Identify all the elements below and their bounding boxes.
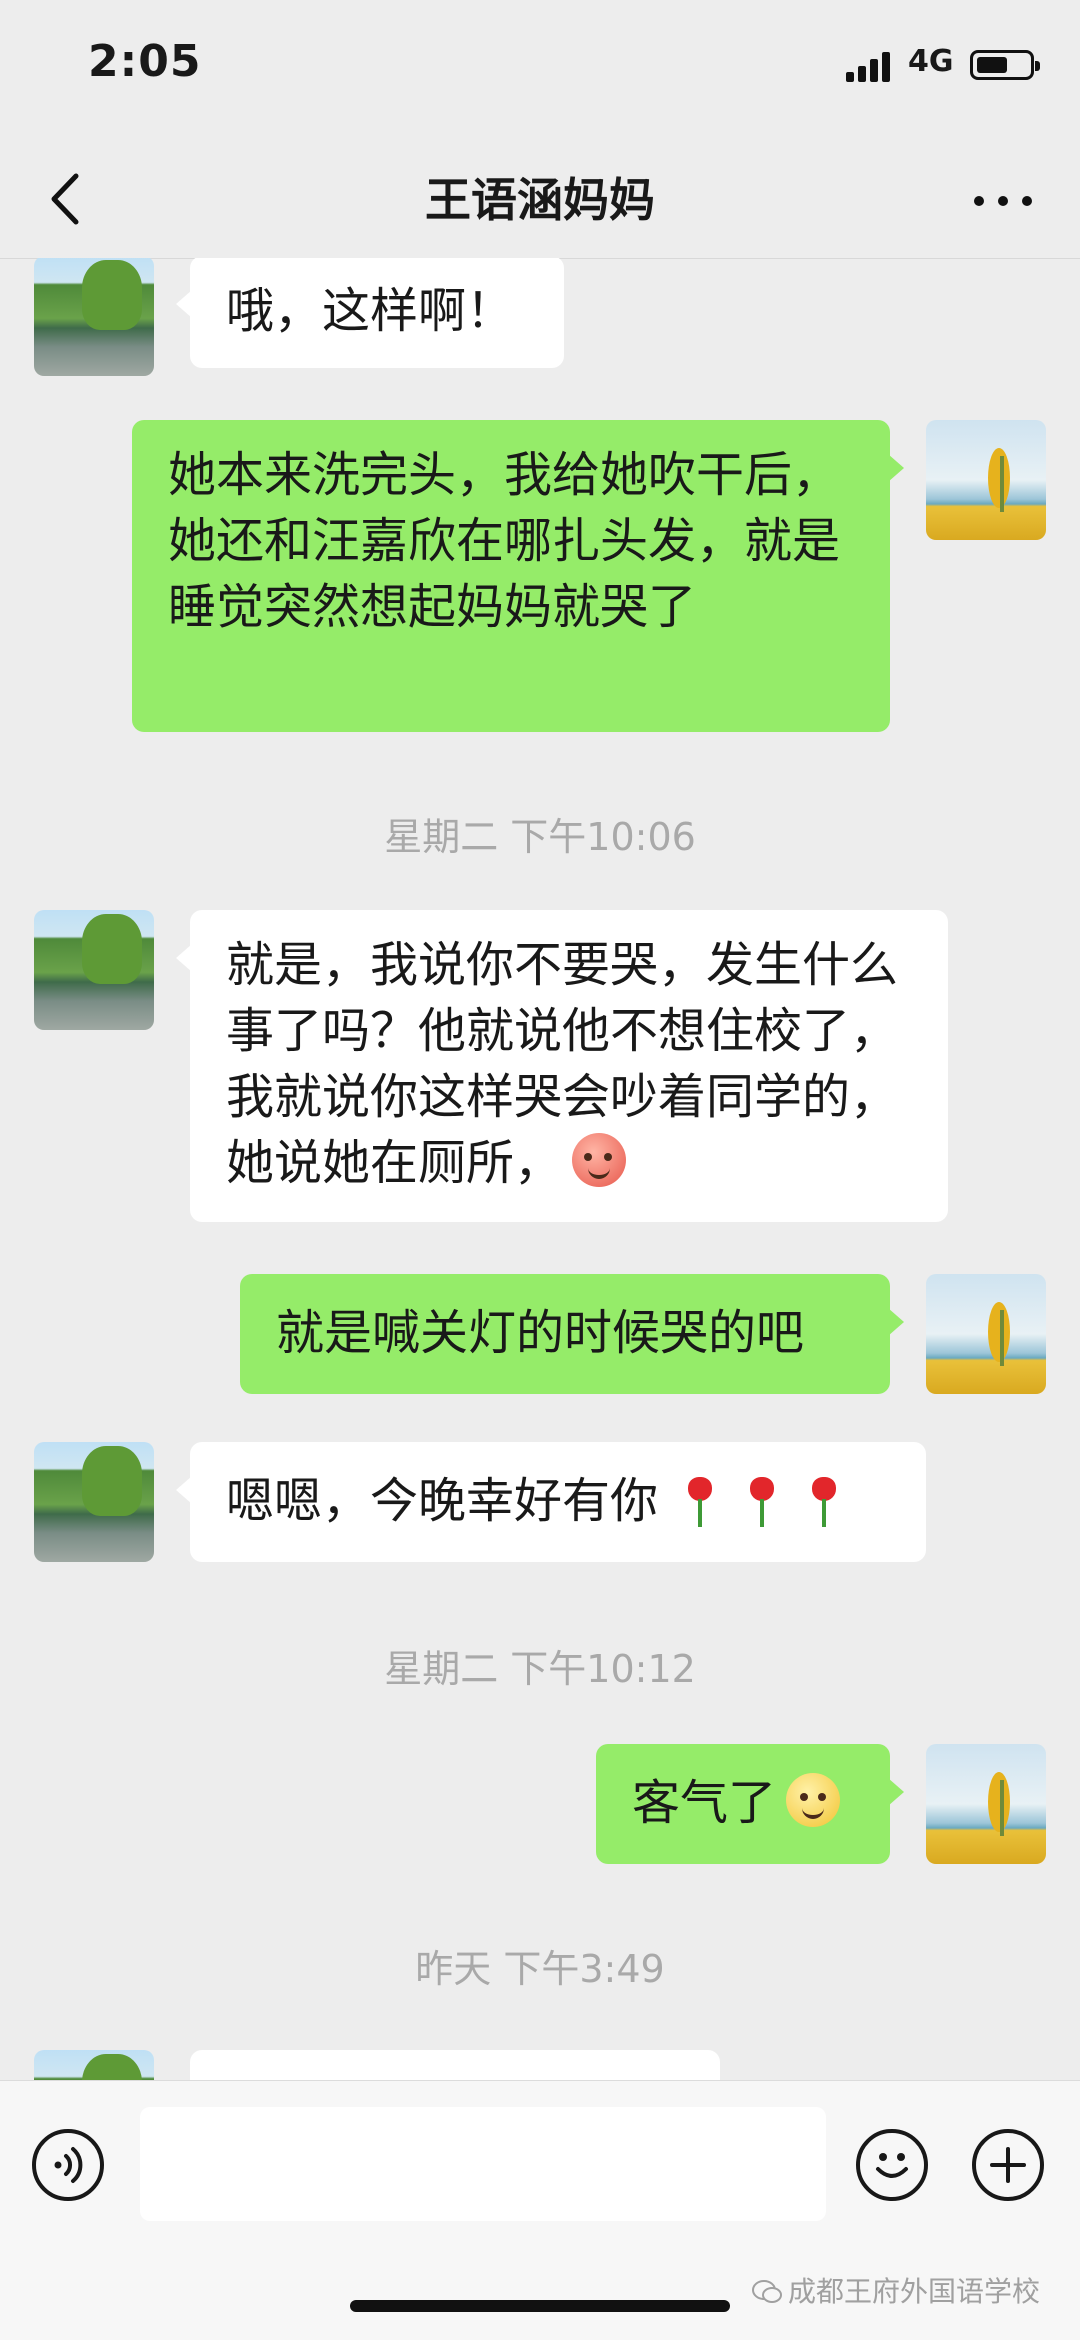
emoji-button[interactable]: [856, 2129, 928, 2201]
message-bubble-incoming[interactable]: 哦，这样啊！: [176, 258, 564, 368]
plus-icon: [990, 2147, 1026, 2183]
rose-emoji: [742, 1473, 782, 1527]
rose-emoji: [680, 1473, 720, 1527]
chat-header: 王语涵妈妈: [0, 140, 1080, 259]
message-bubble-outgoing[interactable]: 她本来洗完头，我给她吹干后，她还和汪嘉欣在哪扎头发，就是睡觉突然想起妈妈就哭了: [132, 420, 904, 732]
watermark-text: 成都王府外国语学校: [788, 2275, 1041, 2308]
contact-avatar[interactable]: [34, 910, 154, 1030]
blush-emoji: [572, 1133, 627, 1187]
watermark: 成都王府外国语学校: [752, 2270, 1040, 2310]
contact-avatar[interactable]: [34, 1442, 154, 1562]
my-avatar[interactable]: [926, 1274, 1046, 1394]
message-bubble-outgoing[interactable]: 客气了: [596, 1744, 904, 1864]
more-actions-button[interactable]: [972, 2129, 1044, 2201]
ellipsis-icon: [974, 196, 984, 206]
signal-icon: [846, 50, 896, 82]
home-indicator[interactable]: [350, 2300, 730, 2312]
clock: 2:05: [88, 36, 202, 87]
network-type: 4G: [908, 44, 954, 79]
contact-avatar[interactable]: [34, 258, 154, 376]
message-input[interactable]: [140, 2107, 826, 2221]
message-bubble-outgoing[interactable]: 就是喊关灯的时候哭的吧: [240, 1274, 904, 1394]
message-text: 就是喊关灯的时候哭的吧: [276, 1305, 805, 1361]
message-bubble-incoming[interactable]: 嗯嗯，今晚幸好有你: [176, 1442, 926, 1562]
message-text: 就是，我说你不要哭，发生什么事了吗？他就说他不想住校了，我就说你这样哭会吵着同学…: [226, 937, 899, 1191]
status-bar: 2:05 4G: [0, 0, 1080, 140]
timestamp: 昨天 下午3:49: [415, 1947, 665, 1991]
message-text: 嗯嗯，今晚幸好有你: [226, 1473, 659, 1529]
message-text: 哦，这样啊！: [226, 283, 515, 339]
message-bubble-incoming[interactable]: [190, 2050, 720, 2080]
more-button[interactable]: [968, 166, 1038, 232]
wechat-logo-icon: [752, 2280, 782, 2303]
smile-emoji: [786, 1773, 841, 1827]
my-avatar[interactable]: [926, 1744, 1046, 1864]
timestamp: 星期二 下午10:12: [384, 1647, 696, 1691]
smiley-icon: [876, 2153, 908, 2178]
rose-emoji: [804, 1473, 844, 1527]
timestamp: 星期二 下午10:06: [384, 815, 696, 859]
battery-icon: [970, 50, 1040, 80]
message-text: 她本来洗完头，我给她吹干后，她还和汪嘉欣在哪扎头发，就是睡觉突然想起妈妈就哭了: [168, 447, 841, 635]
message-list[interactable]: 哦，这样啊！ 她本来洗完头，我给她吹干后，她还和汪嘉欣在哪扎头发，就是睡觉突然想…: [0, 258, 1080, 2080]
message-bubble-incoming[interactable]: 就是，我说你不要哭，发生什么事了吗？他就说他不想住校了，我就说你这样哭会吵着同学…: [176, 910, 948, 1222]
message-text: 客气了: [632, 1775, 777, 1831]
contact-avatar[interactable]: [34, 2050, 154, 2080]
voice-icon: [54, 2147, 83, 2183]
chat-title: 王语涵妈妈: [425, 173, 655, 227]
voice-button[interactable]: [32, 2129, 104, 2201]
my-avatar[interactable]: [926, 420, 1046, 540]
